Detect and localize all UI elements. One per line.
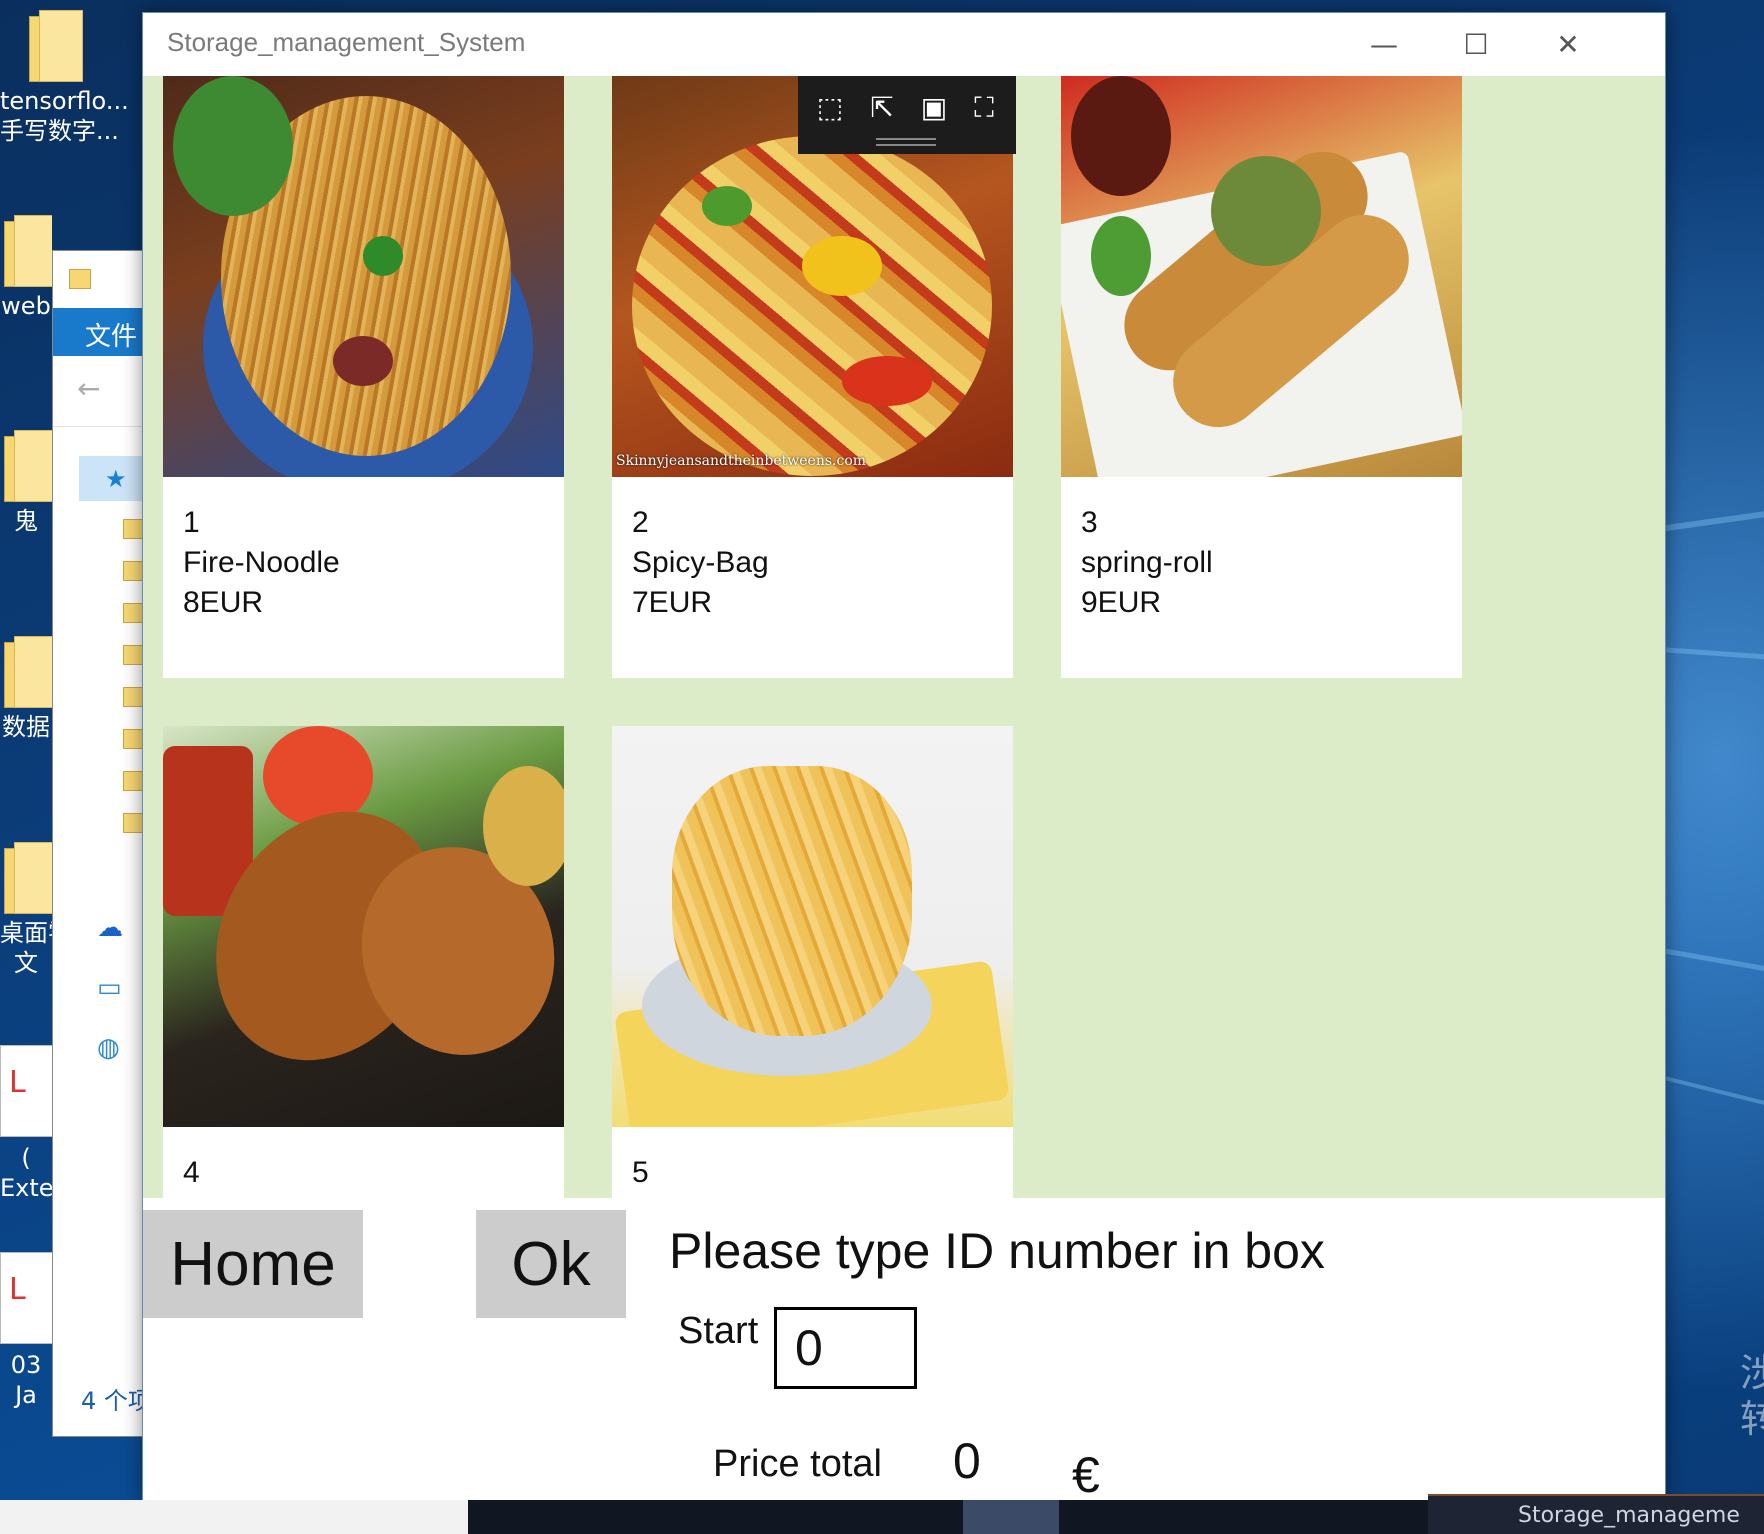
price-total-value: 0	[953, 1433, 981, 1489]
product-price: 8EUR	[183, 586, 264, 619]
folder-icon	[25, 10, 85, 82]
product-card[interactable]: 4	[163, 726, 564, 1198]
desktop-icon-web[interactable]: web	[0, 215, 52, 321]
storage-app-window[interactable]: Storage_management_System — ☐ ✕ 1 Fire-N…	[142, 12, 1666, 1502]
ok-button[interactable]: Ok	[476, 1210, 626, 1318]
product-id: 1	[183, 506, 200, 539]
start-id-input[interactable]	[774, 1307, 917, 1389]
star-icon: ★	[105, 465, 127, 493]
product-info: 2 Spicy-Bag 7EUR	[612, 477, 1013, 649]
desktop-icon-label: tensorflo... 手写数字...	[0, 87, 129, 145]
start-label: Start	[678, 1310, 759, 1352]
explorer-file-tab[interactable]: 文件	[85, 316, 137, 353]
desktop-icon-external[interactable]: ᒪ ( Exter	[0, 1045, 52, 1203]
desktop-side-text: 涉 转	[1740, 1351, 1764, 1441]
product-price: 9EUR	[1081, 586, 1162, 619]
maximize-button[interactable]: ☐	[1430, 13, 1522, 76]
currency-symbol: €	[1072, 1447, 1100, 1502]
product-card[interactable]: 1 Fire-Noodle 8EUR	[163, 76, 564, 678]
product-id: 2	[632, 506, 649, 539]
product-info: 4	[163, 1127, 564, 1198]
price-total-label: Price total	[713, 1443, 882, 1485]
snip-toolbar[interactable]: ⬚ ⇱ ▣ ⛶	[798, 76, 1016, 154]
product-price: 7EUR	[632, 586, 713, 619]
desktop-icon-jan[interactable]: ᒪ 03 Ja	[0, 1252, 52, 1410]
back-arrow-icon[interactable]: ←	[77, 372, 100, 405]
product-card[interactable]: 3 spring-roll 9EUR	[1061, 76, 1462, 678]
window-title: Storage_management_System	[167, 27, 526, 57]
product-info: 1 Fire-Noodle 8EUR	[163, 477, 564, 649]
explorer-ribbon: 文件	[53, 308, 153, 356]
desktop-icon-zero[interactable]: 桌面零 文	[0, 842, 52, 978]
close-button[interactable]: ✕	[1522, 13, 1614, 76]
home-button[interactable]: Home	[143, 1210, 363, 1318]
desktop-icon-tensorflow[interactable]: tensorflo... 手写数字...	[0, 10, 129, 146]
desktop-icon-label: web	[1, 292, 51, 320]
pointer-icon[interactable]: ⇱	[862, 90, 902, 126]
product-info: 3 spring-roll 9EUR	[1061, 477, 1462, 649]
desktop-icon-label: 桌面零 文	[0, 919, 52, 977]
explorer-nav-row: ←	[53, 356, 153, 427]
taskbar: Storage_manageme	[0, 1494, 1764, 1534]
title-bar[interactable]: Storage_management_System — ☐ ✕	[143, 13, 1665, 76]
desktop-icon-label: 鬼	[14, 507, 38, 535]
pdf-icon: ᒪ	[0, 1252, 52, 1344]
instruction-text: Please type ID number in box	[669, 1223, 1325, 1279]
taskbar-search-box[interactable]	[0, 1500, 468, 1534]
product-id: 4	[183, 1156, 200, 1189]
folder-icon	[0, 842, 52, 914]
product-card[interactable]: Skinnyjeansandtheinbetweens.com 2 Spicy-…	[612, 76, 1013, 678]
control-panel: Home Ok Please type ID number in box Sta…	[143, 1198, 1665, 1501]
file-explorer-window[interactable]: 文件 ← ★ ☁ ▭ ◍ 4 个项	[52, 250, 154, 1437]
product-name: Fire-Noodle	[183, 546, 340, 579]
fullscreen-capture-icon[interactable]: ⛶	[964, 90, 1004, 126]
product-info: 5	[612, 1127, 1013, 1198]
desktop-icon-gui[interactable]: 鬼	[0, 430, 52, 536]
this-pc-icon[interactable]: ▭	[97, 973, 122, 1003]
onedrive-icon[interactable]: ☁	[97, 913, 123, 943]
pdf-icon: ᒪ	[0, 1045, 52, 1137]
folder-icon	[0, 430, 52, 502]
product-photo-noodle	[163, 76, 564, 477]
photo-watermark: Skinnyjeansandtheinbetweens.com	[616, 453, 867, 469]
folder-icon	[0, 215, 52, 287]
folder-icon	[69, 269, 91, 289]
product-grid[interactable]: 1 Fire-Noodle 8EUR Skinnyjeansandtheinbe…	[143, 76, 1665, 1198]
folder-icon	[0, 636, 52, 708]
select-mode-icon[interactable]: ⬚	[810, 90, 850, 126]
desktop-icon-data[interactable]: 数据	[0, 636, 52, 742]
product-id: 3	[1081, 506, 1098, 539]
product-card[interactable]: 5	[612, 726, 1013, 1198]
product-name: Spicy-Bag	[632, 546, 769, 579]
window-capture-icon[interactable]: ▣	[914, 90, 954, 126]
taskbar-active-app[interactable]	[963, 1500, 1059, 1534]
desktop-icon-label: 03 Ja	[10, 1351, 42, 1409]
product-photo-fries	[612, 726, 1013, 1127]
product-id: 5	[632, 1156, 649, 1189]
drag-handle[interactable]	[876, 138, 936, 146]
desktop-icon-label: 数据	[2, 713, 50, 741]
taskbar-storage-app[interactable]: Storage_manageme	[1428, 1494, 1764, 1534]
product-photo-spring-roll	[1061, 76, 1462, 477]
product-name: spring-roll	[1081, 546, 1213, 579]
minimize-button[interactable]: —	[1338, 13, 1430, 76]
product-photo-chicken-wings	[163, 726, 564, 1127]
network-icon[interactable]: ◍	[97, 1033, 120, 1063]
desktop-icon-label: ( Exter	[0, 1144, 52, 1202]
